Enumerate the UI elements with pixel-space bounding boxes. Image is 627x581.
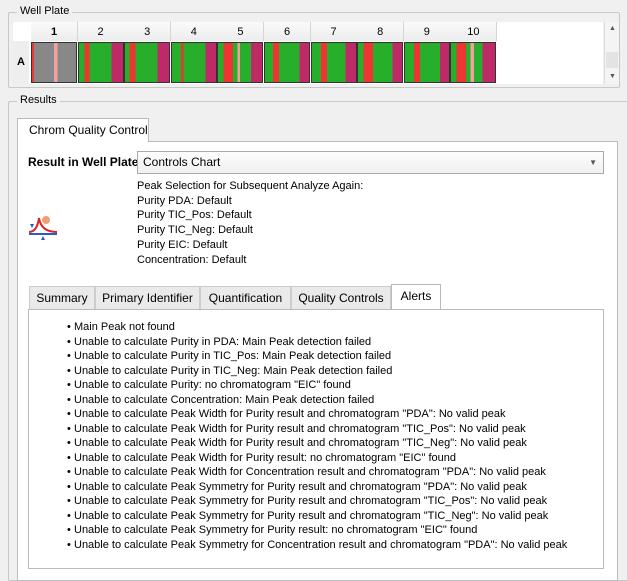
column-header-9[interactable]: 9 — [403, 22, 451, 41]
result-in-well-plate-label: Result in Well Plate: — [28, 155, 143, 169]
alert-item: Unable to calculate Peak Width for Purit… — [40, 422, 567, 437]
alert-item: Unable to calculate Concentration: Main … — [40, 393, 567, 408]
well-A1[interactable] — [31, 42, 77, 83]
row-header-a: A — [13, 41, 29, 84]
result-in-well-plate-select[interactable]: Controls Chart ▼ — [137, 151, 604, 174]
well-A6[interactable] — [264, 42, 310, 83]
alert-item: Unable to calculate Peak Symmetry for Pu… — [40, 480, 567, 495]
column-header-6[interactable]: 6 — [264, 22, 311, 41]
well-plate-title: Well Plate — [17, 5, 73, 17]
well-A3[interactable] — [124, 42, 171, 83]
tab-chrom-quality-control[interactable]: Chrom Quality Control — [17, 118, 149, 142]
alert-item: Unable to calculate Purity in TIC_Neg: M… — [40, 364, 567, 379]
scroll-up-icon[interactable]: ▲ — [605, 22, 620, 36]
well-plate-group: Well Plate A 1 2 3 4 5 6 7 8 9 10 ▲ ▼ — [8, 5, 620, 88]
alert-item: Unable to calculate Peak Width for Purit… — [40, 407, 567, 422]
alert-item: Unable to calculate Peak Symmetry for Pu… — [40, 509, 567, 524]
well-A8[interactable] — [357, 42, 404, 83]
peak-selection-line: Peak Selection for Subsequent Analyze Ag… — [137, 180, 364, 192]
alert-item: Unable to calculate Peak Symmetry for Pu… — [40, 494, 567, 509]
tab-primary-identifier[interactable]: Primary Identifier — [95, 286, 200, 309]
scroll-down-icon[interactable]: ▼ — [605, 70, 620, 84]
column-header-3[interactable]: 3 — [124, 22, 172, 41]
column-header-4[interactable]: 4 — [170, 22, 218, 41]
peak-selection-icon — [28, 216, 58, 240]
alert-item: Unable to calculate Peak Symmetry for Pu… — [40, 523, 567, 538]
scroll-thumb[interactable] — [606, 52, 618, 68]
well-A10[interactable] — [450, 42, 497, 83]
well-A7[interactable] — [310, 42, 357, 83]
peak-selection-info: Peak Selection for Subsequent Analyze Ag… — [137, 179, 363, 267]
column-header-10[interactable]: 10 — [450, 22, 498, 41]
alert-item: Main Peak not found — [40, 320, 567, 335]
tab-quantification[interactable]: Quantification — [200, 286, 291, 309]
column-header-5[interactable]: 5 — [217, 22, 265, 41]
peak-selection-line: Purity EIC: Default — [137, 238, 228, 251]
well-A2[interactable] — [77, 42, 124, 83]
well-plate-scrollbar[interactable]: ▲ ▼ — [604, 22, 619, 84]
tab-summary[interactable]: Summary — [29, 286, 95, 309]
result-select-value: Controls Chart — [143, 155, 221, 169]
tab-quality-controls[interactable]: Quality Controls — [291, 286, 391, 309]
peak-selection-line: Purity PDA: Default — [137, 194, 232, 207]
well-A9[interactable] — [403, 42, 450, 83]
column-header-1[interactable]: 1 — [31, 22, 78, 41]
well-A4[interactable] — [170, 42, 217, 83]
peak-selection-line: Purity TIC_Neg: Default — [137, 224, 253, 237]
alert-item: Unable to calculate Peak Symmetry for Co… — [40, 538, 567, 553]
well-A5[interactable] — [217, 42, 264, 83]
tab-alerts[interactable]: Alerts — [391, 284, 441, 310]
alerts-list: Main Peak not foundUnable to calculate P… — [40, 320, 567, 552]
chevron-down-icon: ▼ — [589, 158, 597, 167]
column-header-7[interactable]: 7 — [310, 22, 358, 41]
alert-item: Unable to calculate Purity in TIC_Pos: M… — [40, 349, 567, 364]
results-title: Results — [17, 94, 60, 106]
well-plate-grid: A 1 2 3 4 5 6 7 8 9 10 — [13, 22, 603, 84]
alert-item: Unable to calculate Purity: no chromatog… — [40, 378, 567, 393]
column-header-2[interactable]: 2 — [77, 22, 125, 41]
alert-item: Unable to calculate Peak Width for Conce… — [40, 465, 567, 480]
alert-item: Unable to calculate Peak Width for Purit… — [40, 436, 567, 451]
alert-item: Unable to calculate Peak Width for Purit… — [40, 451, 567, 466]
column-header-8[interactable]: 8 — [357, 22, 405, 41]
peak-selection-line: Purity TIC_Pos: Default — [137, 209, 252, 222]
peak-selection-line: Concentration: Default — [137, 253, 247, 266]
alert-item: Unable to calculate Purity in PDA: Main … — [40, 335, 567, 350]
